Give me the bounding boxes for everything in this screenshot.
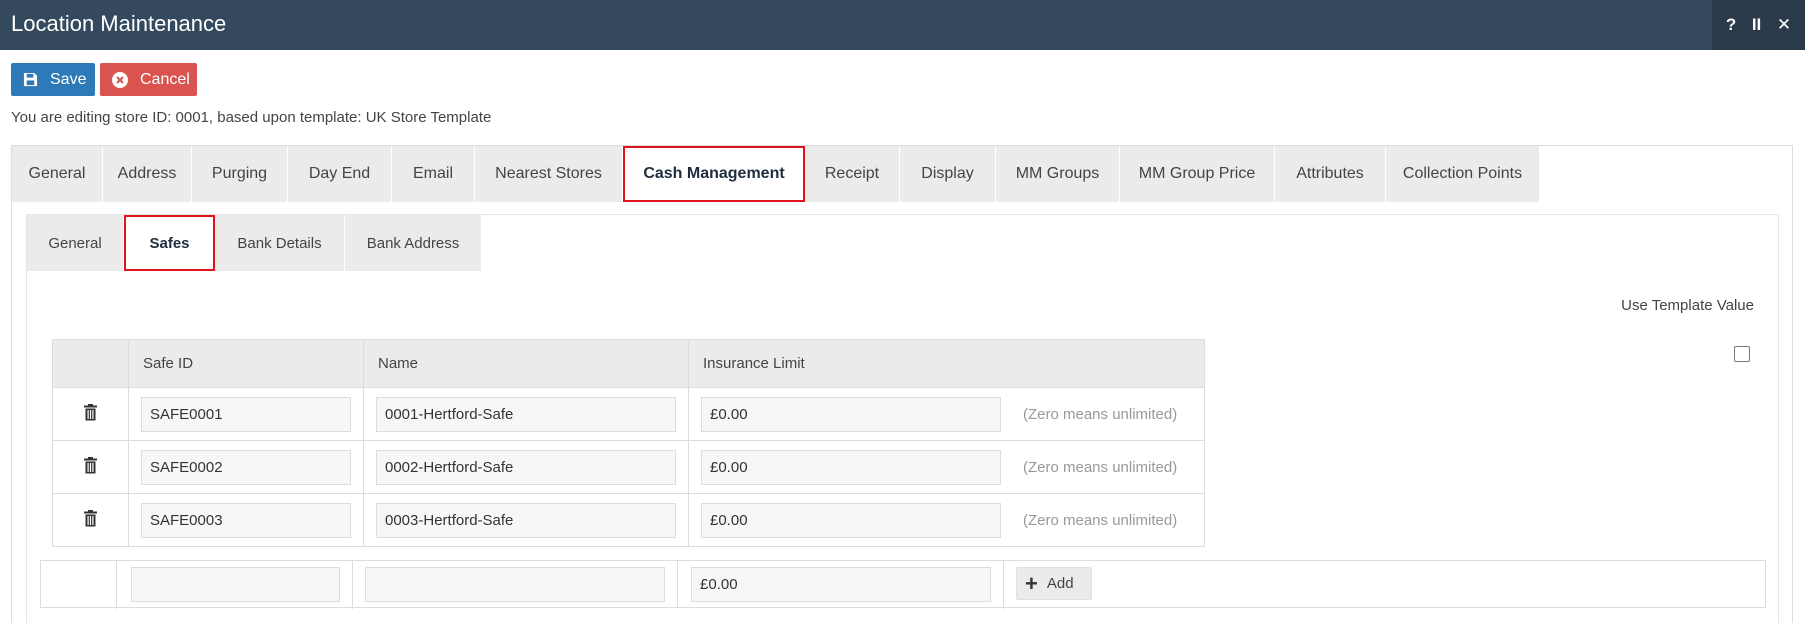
safe-id-cell: SAFE0001: [128, 387, 364, 441]
tab-display[interactable]: Display: [900, 146, 996, 202]
plus-icon: +: [1025, 570, 1038, 596]
delete-cell: [52, 493, 129, 547]
safe-name-input[interactable]: 0001-Hertford-Safe: [376, 396, 676, 432]
column-divider: [116, 561, 117, 609]
safe-id-input[interactable]: SAFE0002: [141, 449, 351, 485]
safe-id-cell: SAFE0002: [128, 440, 364, 494]
insurance-hint: (Zero means unlimited): [1023, 511, 1178, 529]
tab-attributes[interactable]: Attributes: [1275, 146, 1386, 202]
safe-name-input[interactable]: 0003-Hertford-Safe: [376, 502, 676, 538]
window-title: Location Maintenance: [11, 11, 227, 36]
close-icon[interactable]: ✕: [1777, 15, 1791, 35]
tab-purging[interactable]: Purging: [192, 146, 288, 202]
tab-address[interactable]: Address: [103, 146, 192, 202]
insurance-limit-input[interactable]: £0.00: [701, 396, 1001, 432]
tab-mm-group-price[interactable]: MM Group Price: [1120, 146, 1275, 202]
editing-note: You are editing store ID: 0001, based up…: [11, 109, 492, 126]
tab-email[interactable]: Email: [392, 146, 475, 202]
use-template-label: Use Template Value: [1621, 297, 1754, 314]
help-icon[interactable]: ?: [1726, 15, 1736, 35]
safe-id-header: Safe ID: [128, 339, 364, 388]
tab-general[interactable]: General: [12, 146, 103, 202]
save-label: Save: [50, 70, 87, 88]
safes-table: Safe ID Name Insurance Limit SAFE0001 00…: [52, 339, 1205, 547]
new-safe-id-input[interactable]: [131, 567, 340, 602]
cash-management-panel: General Safes Bank Details Bank Address …: [26, 214, 1779, 623]
location-panel: General Address Purging Day End Email Ne…: [11, 145, 1793, 623]
main-tabs: General Address Purging Day End Email Ne…: [12, 146, 1540, 202]
tab-cash-management[interactable]: Cash Management: [623, 146, 805, 202]
tab-receipt[interactable]: Receipt: [805, 146, 900, 202]
insurance-limit-input[interactable]: £0.00: [701, 502, 1001, 538]
floppy-disk-icon: [23, 72, 38, 87]
safe-name-input[interactable]: 0002-Hertford-Safe: [376, 449, 676, 485]
save-button[interactable]: Save: [11, 63, 95, 96]
trash-icon[interactable]: [84, 509, 97, 531]
safe-id-input[interactable]: SAFE0003: [141, 502, 351, 538]
delete-cell: [52, 440, 129, 494]
table-header-row: Safe ID Name Insurance Limit: [52, 339, 1205, 388]
name-cell: 0002-Hertford-Safe: [363, 440, 689, 494]
safe-id-input[interactable]: SAFE0001: [141, 396, 351, 432]
insurance-cell: £0.00 (Zero means unlimited): [688, 493, 1205, 547]
delete-column-header: [52, 339, 129, 388]
subtab-safes[interactable]: Safes: [124, 215, 215, 271]
tab-nearest-stores[interactable]: Nearest Stores: [475, 146, 623, 202]
insurance-hint: (Zero means unlimited): [1023, 458, 1178, 476]
column-divider: [1003, 561, 1004, 609]
name-header: Name: [363, 339, 689, 388]
add-label: Add: [1046, 575, 1074, 592]
insurance-limit-input[interactable]: £0.00: [701, 449, 1001, 485]
sub-tabs: General Safes Bank Details Bank Address: [27, 215, 482, 271]
cancel-label: Cancel: [140, 70, 190, 88]
subtab-bank-address[interactable]: Bank Address: [345, 215, 482, 271]
subtab-bank-details[interactable]: Bank Details: [215, 215, 345, 271]
trash-icon[interactable]: [84, 403, 97, 425]
new-insurance-limit-input[interactable]: £0.00: [691, 567, 991, 602]
new-safe-name-input[interactable]: [365, 567, 665, 602]
title-bar: Location Maintenance ? II ✕: [0, 0, 1805, 50]
table-row: SAFE0002 0002-Hertford-Safe £0.00 (Zero m…: [52, 440, 1205, 494]
safe-id-cell: SAFE0003: [128, 493, 364, 547]
table-row: SAFE0001 0001-Hertford-Safe £0.00 (Zero m…: [52, 387, 1205, 441]
name-cell: 0003-Hertford-Safe: [363, 493, 689, 547]
trash-icon[interactable]: [84, 456, 97, 478]
subtab-general[interactable]: General: [27, 215, 124, 271]
add-safe-button[interactable]: + Add: [1016, 567, 1092, 600]
insurance-cell: £0.00 (Zero means unlimited): [688, 387, 1205, 441]
name-cell: 0001-Hertford-Safe: [363, 387, 689, 441]
use-template-checkbox[interactable]: [1734, 346, 1750, 362]
pause-icon[interactable]: II: [1752, 15, 1761, 35]
insurance-hint: (Zero means unlimited): [1023, 405, 1178, 423]
cancel-button[interactable]: Cancel: [100, 63, 197, 96]
title-actions: ? II ✕: [1712, 0, 1805, 50]
x-circle-icon: [112, 71, 128, 88]
new-safe-row: £0.00 + Add: [40, 560, 1766, 609]
insurance-limit-header: Insurance Limit: [688, 339, 1205, 388]
delete-cell: [52, 387, 129, 441]
column-divider: [352, 561, 353, 609]
tab-mm-groups[interactable]: MM Groups: [996, 146, 1120, 202]
tab-collection-points[interactable]: Collection Points: [1386, 146, 1540, 202]
table-row: SAFE0003 0003-Hertford-Safe £0.00 (Zero m…: [52, 493, 1205, 547]
tab-day-end[interactable]: Day End: [288, 146, 392, 202]
column-divider: [677, 561, 678, 609]
insurance-cell: £0.00 (Zero means unlimited): [688, 440, 1205, 494]
